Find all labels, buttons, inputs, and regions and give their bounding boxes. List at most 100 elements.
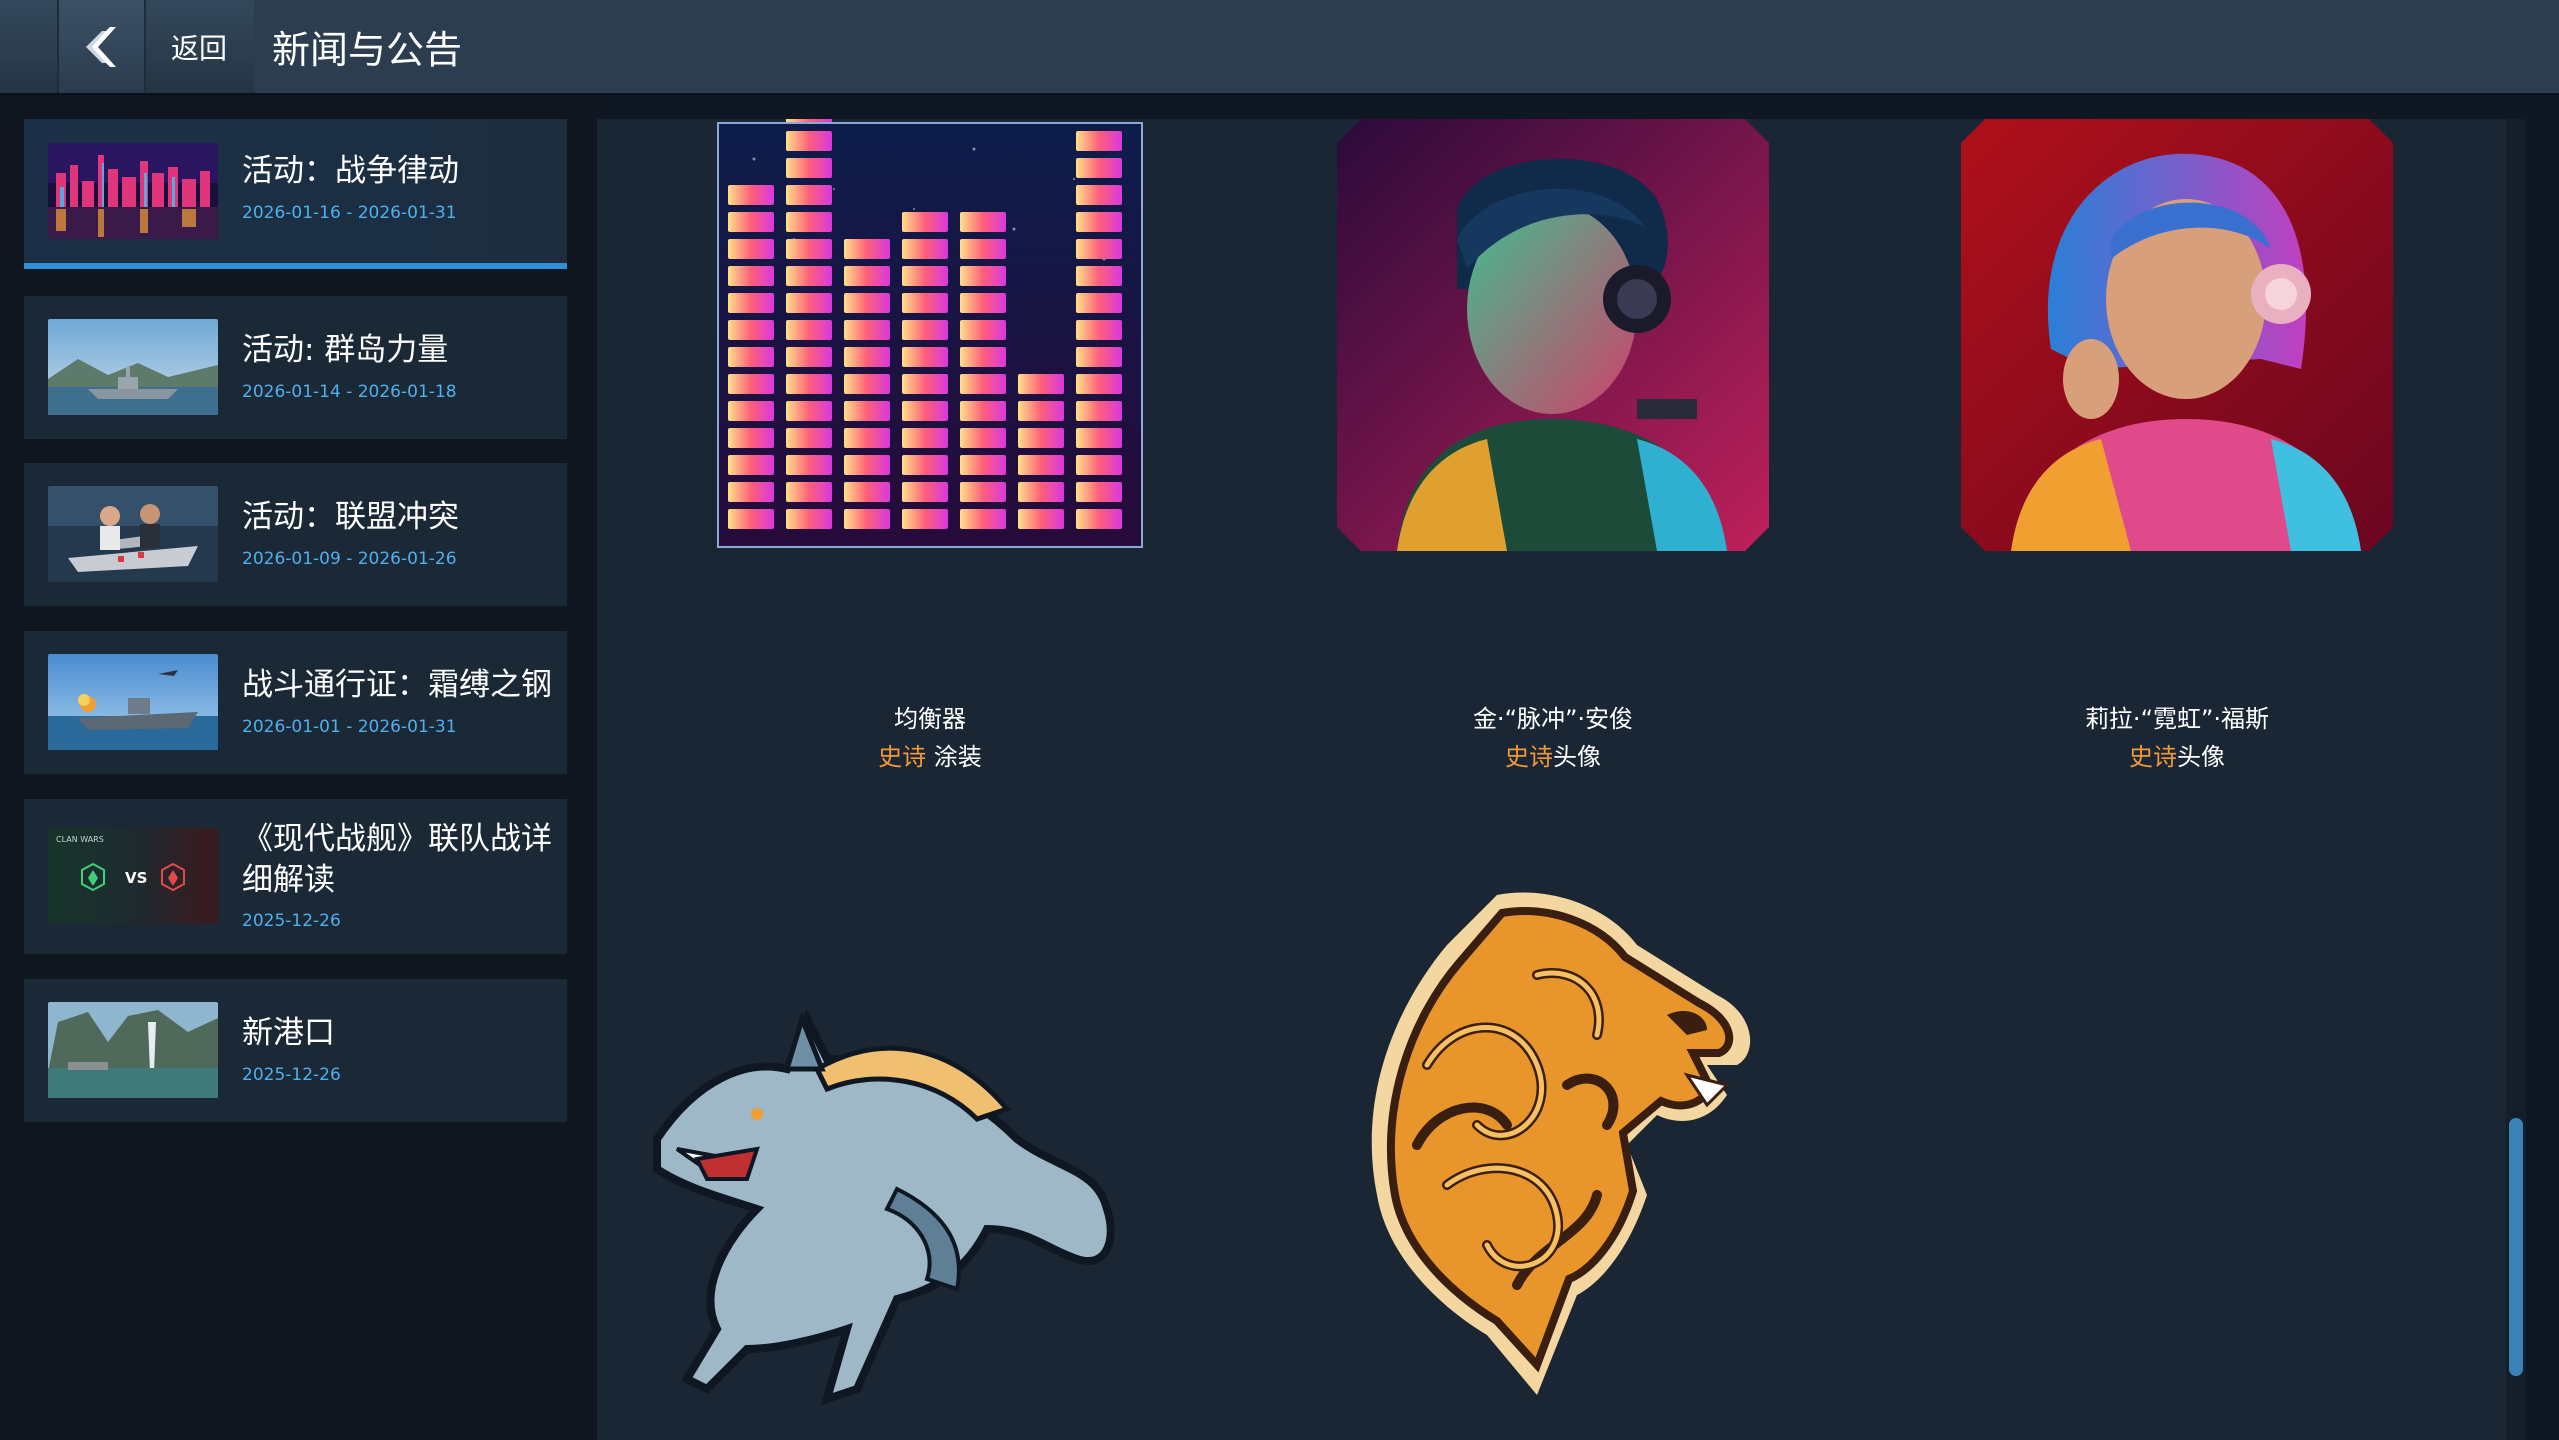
- news-item-date: 2026-01-01 - 2026-01-31: [242, 717, 457, 737]
- equalizer-cell: [728, 401, 774, 421]
- reward-card-wolf-emblem[interactable]: [637, 909, 1237, 1440]
- reward-name: 均衡器: [894, 705, 966, 733]
- equalizer-cell: [728, 428, 774, 448]
- equalizer-cell: [1076, 212, 1122, 232]
- equalizer-cell: [1076, 320, 1122, 340]
- equalizer-cell: [1018, 401, 1064, 421]
- news-item-new-port[interactable]: 新港口 2025-12-26: [24, 979, 567, 1122]
- page-title: 新闻与公告: [254, 0, 2559, 93]
- news-item-war-rhythm[interactable]: 活动：战争律动 2026-01-16 - 2026-01-31: [24, 119, 567, 269]
- news-item-clan-wars[interactable]: CLAN WARS VS 《现代战舰》联队战详细解读 2025-12-26: [24, 799, 567, 954]
- equalizer-cell: [902, 428, 948, 448]
- back-button[interactable]: 返回: [144, 0, 254, 93]
- equalizer-cell: [902, 509, 948, 529]
- news-item-battle-pass[interactable]: 战斗通行证：霜缚之钢 2026-01-01 - 2026-01-31: [24, 631, 567, 774]
- equalizer-cell: [728, 185, 774, 205]
- equalizer-cell: [960, 509, 1006, 529]
- reward-rarity-type: 史诗头像: [1961, 737, 2393, 772]
- equalizer-cell: [844, 239, 890, 259]
- news-thumbnail: [48, 143, 218, 239]
- equalizer-cell: [786, 131, 832, 151]
- equalizer-cell: [844, 401, 890, 421]
- equalizer-cell: [902, 482, 948, 502]
- news-item-archipelago[interactable]: 活动: 群岛力量 2026-01-14 - 2026-01-18: [24, 296, 567, 439]
- equalizer-cell: [1076, 401, 1122, 421]
- equalizer-cell: [1076, 374, 1122, 394]
- equalizer-cell: [960, 293, 1006, 313]
- equalizer-cell: [1076, 131, 1122, 151]
- reward-card-avatar-pulse[interactable]: 金·“脉冲”·安俊 史诗头像: [1337, 119, 1769, 779]
- equalizer-cell: [960, 482, 1006, 502]
- news-item-title: 《现代战舰》联队战详细解读: [242, 821, 552, 898]
- equalizer-cell: [728, 482, 774, 502]
- reward-card-equalizer[interactable]: 均衡器 史诗 涂装: [714, 119, 1146, 779]
- equalizer-cell: [902, 293, 948, 313]
- equalizer-cell: [902, 212, 948, 232]
- news-item-alliance-conflict[interactable]: 活动：联盟冲突 2026-01-09 - 2026-01-26: [24, 463, 567, 606]
- equalizer-cell: [1018, 482, 1064, 502]
- equalizer-cell: [786, 158, 832, 178]
- reward-card-avatar-neon[interactable]: 莉拉·“霓虹”·福斯 史诗头像: [1961, 119, 2393, 779]
- wolf-emblem-image: [653, 1009, 1115, 1406]
- equalizer-cell: [844, 266, 890, 286]
- equalizer-cell: [1018, 455, 1064, 475]
- equalizer-cell: [786, 185, 832, 205]
- news-item-title: 活动：战争律动: [242, 153, 459, 189]
- thumb-vs-text: VS: [125, 869, 147, 887]
- equalizer-image: [714, 119, 1146, 551]
- news-thumbnail: [48, 486, 218, 582]
- equalizer-cell: [902, 374, 948, 394]
- news-item-date: 2025-12-26: [242, 1065, 341, 1085]
- equalizer-cell: [902, 320, 948, 340]
- equalizer-cell: [786, 320, 832, 340]
- equalizer-cell: [844, 374, 890, 394]
- equalizer-cell: [728, 347, 774, 367]
- equalizer-cell: [902, 401, 948, 421]
- equalizer-cell: [902, 266, 948, 286]
- equalizer-cell: [960, 239, 1006, 259]
- back-arrow-button[interactable]: [57, 0, 146, 93]
- chevron-left-icon: [85, 26, 116, 67]
- equalizer-cell: [728, 266, 774, 286]
- scrollbar-thumb[interactable]: [2509, 1118, 2523, 1376]
- equalizer-cell: [844, 509, 890, 529]
- reward-type: 头像: [1553, 743, 1601, 771]
- equalizer-cell: [1018, 374, 1064, 394]
- equalizer-cell: [728, 320, 774, 340]
- news-item-title: 活动: 群岛力量: [242, 332, 449, 368]
- reward-type: 涂装: [926, 743, 982, 771]
- news-item-date: 2026-01-09 - 2026-01-26: [242, 549, 457, 569]
- equalizer-cell: [728, 374, 774, 394]
- avatar-pulse-image: [1337, 119, 1769, 551]
- equalizer-cell: [960, 428, 1006, 448]
- equalizer-cell: [844, 320, 890, 340]
- lion-emblem-image: [1371, 892, 1751, 1395]
- reward-rarity: 史诗: [2129, 743, 2177, 771]
- equalizer-cell: [786, 455, 832, 475]
- equalizer-cell: [844, 347, 890, 367]
- equalizer-cell: [1076, 266, 1122, 286]
- news-item-title: 活动：联盟冲突: [242, 499, 459, 535]
- news-item-date: 2026-01-16 - 2026-01-31: [242, 203, 457, 223]
- equalizer-cell: [960, 320, 1006, 340]
- equalizer-cell: [902, 347, 948, 367]
- reward-name: 金·“脉冲”·安俊: [1472, 705, 1634, 733]
- equalizer-cell: [960, 266, 1006, 286]
- equalizer-cell: [960, 401, 1006, 421]
- equalizer-cell: [1076, 482, 1122, 502]
- equalizer-cell: [728, 509, 774, 529]
- reward-rarity: 史诗: [1505, 743, 1553, 771]
- avatar-neon-image: [1961, 119, 2393, 551]
- equalizer-cell: [786, 239, 832, 259]
- reward-rarity: 史诗: [878, 743, 927, 771]
- equalizer-cell: [1076, 158, 1122, 178]
- equalizer-cell: [1076, 293, 1122, 313]
- equalizer-cell: [1076, 239, 1122, 259]
- equalizer-cell: [1076, 185, 1122, 205]
- reward-card-lion-emblem[interactable]: [1287, 865, 1827, 1425]
- equalizer-cell: [728, 455, 774, 475]
- reward-rarity-type: 史诗 涂装: [714, 737, 1146, 772]
- equalizer-cell: [1076, 347, 1122, 367]
- equalizer-cell: [960, 347, 1006, 367]
- equalizer-cell: [786, 482, 832, 502]
